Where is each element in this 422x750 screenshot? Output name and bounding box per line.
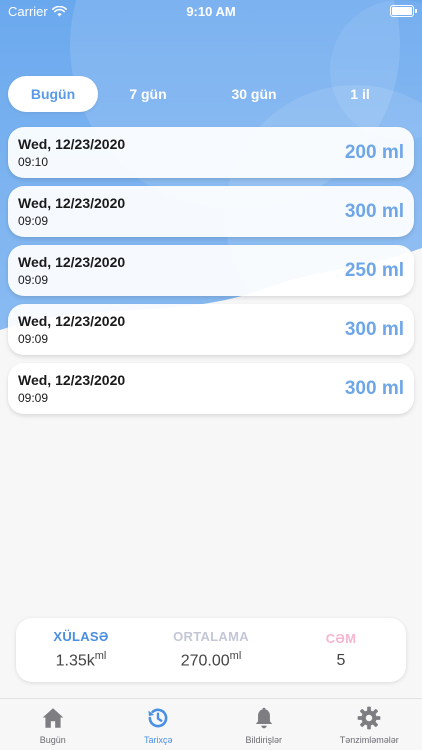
bell-icon	[255, 707, 272, 729]
entry-date: Wed, 12/23/2020	[18, 195, 126, 211]
entry-time: 09:09	[18, 214, 49, 228]
bottom-tab-label: Bugün	[39, 735, 66, 745]
summary-average-title: ORTALAMA	[173, 629, 249, 645]
history-entry[interactable]: Wed, 12/23/2020 09:09 300 ml	[8, 186, 414, 237]
home-icon	[42, 708, 64, 728]
bottom-tab-bar: Bugün Tarixçə Bildirişlər Tənzimləmələr	[0, 698, 422, 750]
summary-card: XÜLASƏ 1.35kml ORTALAMA 270.00ml CƏM 5	[16, 618, 406, 682]
status-bar: Carrier 9:10 AM	[0, 0, 422, 22]
summary-average: ORTALAMA 270.00ml	[146, 618, 276, 682]
summary-total-unit: ml	[94, 650, 107, 663]
entry-time: 09:09	[18, 391, 49, 405]
entry-date: Wed, 12/23/2020	[18, 372, 126, 388]
tab-7-days[interactable]: 7 gün	[98, 76, 198, 112]
bottom-tab-history[interactable]: Tarixçə	[106, 699, 212, 750]
history-entry[interactable]: Wed, 12/23/2020 09:09 300 ml	[8, 304, 414, 355]
entry-amount: 200 ml	[344, 141, 404, 163]
tab-30-days[interactable]: 30 gün	[198, 76, 310, 112]
summary-average-unit: ml	[229, 650, 242, 663]
entry-time: 09:09	[18, 332, 49, 346]
entry-time: 09:09	[18, 273, 49, 287]
summary-count-title: CƏM	[325, 630, 357, 646]
history-list: Wed, 12/23/2020 09:10 200 ml Wed, 12/23/…	[8, 127, 414, 422]
bottom-tab-notifications[interactable]: Bildirişlər	[211, 699, 317, 750]
entry-date: Wed, 12/23/2020	[18, 136, 126, 152]
entry-amount: 250 ml	[344, 259, 404, 281]
summary-total: XÜLASƏ 1.35kml	[16, 618, 146, 682]
bottom-tab-label: Tənzimləmələr	[339, 735, 399, 745]
summary-count-value: 5	[336, 651, 346, 669]
summary-count: CƏM 5	[276, 618, 406, 682]
history-entry[interactable]: Wed, 12/23/2020 09:09 300 ml	[8, 363, 414, 414]
entry-date: Wed, 12/23/2020	[18, 313, 126, 329]
summary-total-value: 1.35k	[55, 652, 95, 670]
entry-amount: 300 ml	[344, 200, 404, 222]
bottom-tab-label: Tarixçə	[143, 735, 173, 745]
period-tabs: Bugün 7 gün 30 gün 1 il	[8, 76, 414, 112]
summary-total-title: XÜLASƏ	[53, 629, 109, 645]
entry-amount: 300 ml	[344, 377, 404, 399]
tab-today[interactable]: Bugün	[8, 76, 98, 112]
gear-icon	[357, 706, 381, 730]
history-entry[interactable]: Wed, 12/23/2020 09:09 250 ml	[8, 245, 414, 296]
entry-amount: 300 ml	[344, 318, 404, 340]
bottom-tab-settings[interactable]: Tənzimləmələr	[317, 699, 422, 750]
bottom-tab-today[interactable]: Bugün	[0, 699, 106, 750]
battery-icon	[390, 5, 417, 17]
history-entry[interactable]: Wed, 12/23/2020 09:10 200 ml	[8, 127, 414, 178]
bottom-tab-label: Bildirişlər	[245, 735, 282, 745]
summary-average-value: 270.00	[180, 652, 230, 670]
tab-1-year[interactable]: 1 il	[310, 76, 410, 112]
clock: 9:10 AM	[186, 4, 236, 19]
history-icon	[148, 708, 168, 728]
entry-time: 09:10	[18, 155, 49, 169]
entry-date: Wed, 12/23/2020	[18, 254, 126, 270]
